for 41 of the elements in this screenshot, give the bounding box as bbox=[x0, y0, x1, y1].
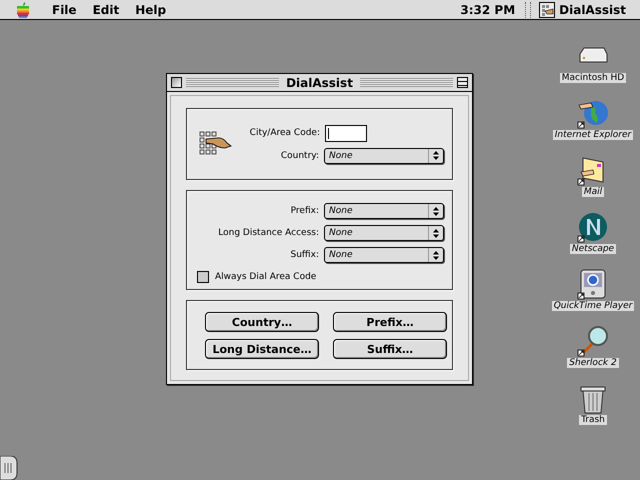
field-label: City/Area Code: bbox=[250, 128, 320, 138]
menu-item[interactable]: File bbox=[44, 2, 85, 16]
netscape-icon[interactable] bbox=[576, 211, 609, 243]
dialog-button[interactable]: Country… bbox=[205, 312, 319, 332]
close-box[interactable] bbox=[171, 77, 182, 88]
up-down-arrows-icon bbox=[433, 250, 439, 260]
icon-label[interactable]: Mail bbox=[582, 187, 604, 197]
field-label: Country: bbox=[280, 150, 319, 160]
icon-label[interactable]: Macintosh HD bbox=[560, 73, 626, 83]
icon-label[interactable]: Internet Explorer bbox=[552, 130, 634, 140]
collapse-box[interactable] bbox=[457, 77, 468, 88]
apple-icon[interactable] bbox=[16, 2, 30, 18]
field-label: Prefix: bbox=[290, 206, 319, 216]
popup-menu[interactable]: None bbox=[324, 203, 444, 219]
magnifier-icon[interactable] bbox=[576, 325, 609, 357]
dialog-button[interactable]: Long Distance… bbox=[205, 339, 319, 359]
icon-label[interactable]: Netscape bbox=[570, 244, 616, 254]
keypad-icon bbox=[199, 131, 233, 157]
window-title: DialAssist bbox=[285, 76, 354, 90]
up-down-arrows-icon bbox=[433, 206, 439, 216]
popup-menu[interactable]: None bbox=[324, 225, 444, 241]
menu-clock[interactable]: 3:32 PM bbox=[452, 2, 524, 16]
drawer-tab-icon[interactable] bbox=[0, 456, 18, 480]
icon-label[interactable]: Trash bbox=[579, 415, 607, 425]
menu-item[interactable]: Edit bbox=[84, 2, 128, 16]
icon-label[interactable]: QuickTime Player bbox=[552, 301, 634, 311]
up-down-arrows-icon bbox=[433, 228, 439, 238]
checkbox[interactable] bbox=[197, 271, 209, 283]
input-field[interactable] bbox=[325, 124, 367, 142]
checkbox-label: Always Dial Area Code bbox=[215, 272, 316, 282]
up-down-arrows-icon bbox=[433, 151, 439, 160]
dialog-button[interactable]: Suffix… bbox=[333, 339, 447, 359]
popup-menu[interactable]: None bbox=[324, 148, 444, 164]
application-menu[interactable]: DialAssist bbox=[555, 2, 634, 16]
menu-item[interactable]: Help bbox=[127, 2, 174, 16]
field-label: Suffix: bbox=[290, 250, 319, 260]
dialog-button[interactable]: Prefix… bbox=[333, 312, 447, 332]
field-label: Long Distance Access: bbox=[218, 228, 319, 238]
icon-label[interactable]: Sherlock 2 bbox=[567, 358, 619, 368]
title-bar[interactable]: DialAssist bbox=[167, 74, 472, 92]
popup-menu[interactable]: None bbox=[324, 247, 444, 263]
